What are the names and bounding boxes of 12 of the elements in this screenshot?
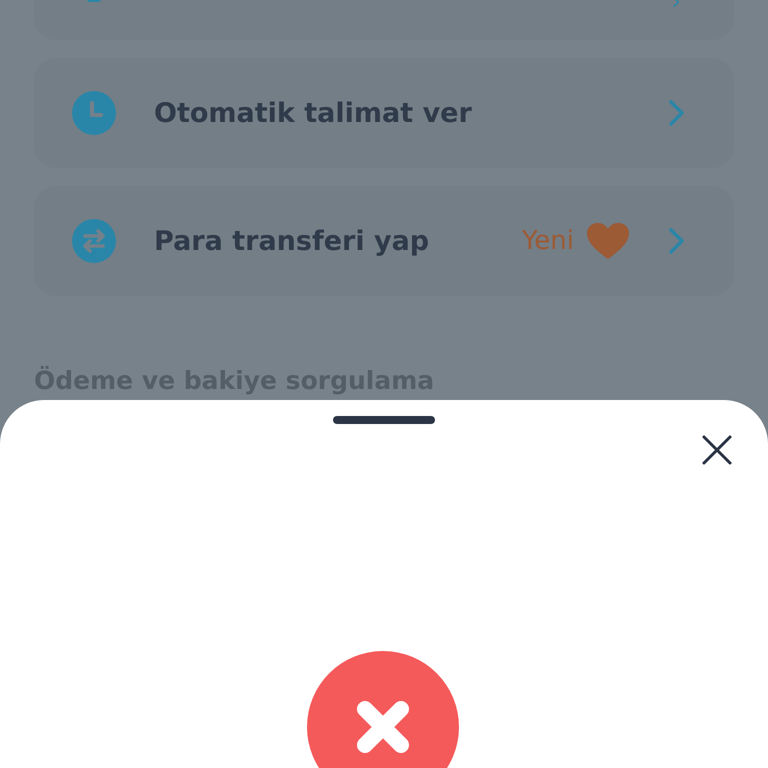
drag-handle[interactable] — [333, 416, 435, 424]
close-icon — [701, 434, 733, 466]
chevron-right-icon — [666, 98, 686, 128]
clock-icon — [72, 91, 116, 135]
transfer-icon — [72, 219, 116, 263]
menu-item[interactable]: Otomatik talimat ver — [34, 58, 734, 168]
menu-label: Otomatik talimat ver — [154, 98, 472, 128]
new-label: Yeni — [522, 226, 574, 256]
heart-icon — [586, 222, 630, 260]
chevron-right-icon — [666, 226, 686, 256]
menu-item[interactable]: Para transferi yap Yeni — [34, 186, 734, 296]
menu-label: Para transferi yap — [154, 226, 430, 256]
